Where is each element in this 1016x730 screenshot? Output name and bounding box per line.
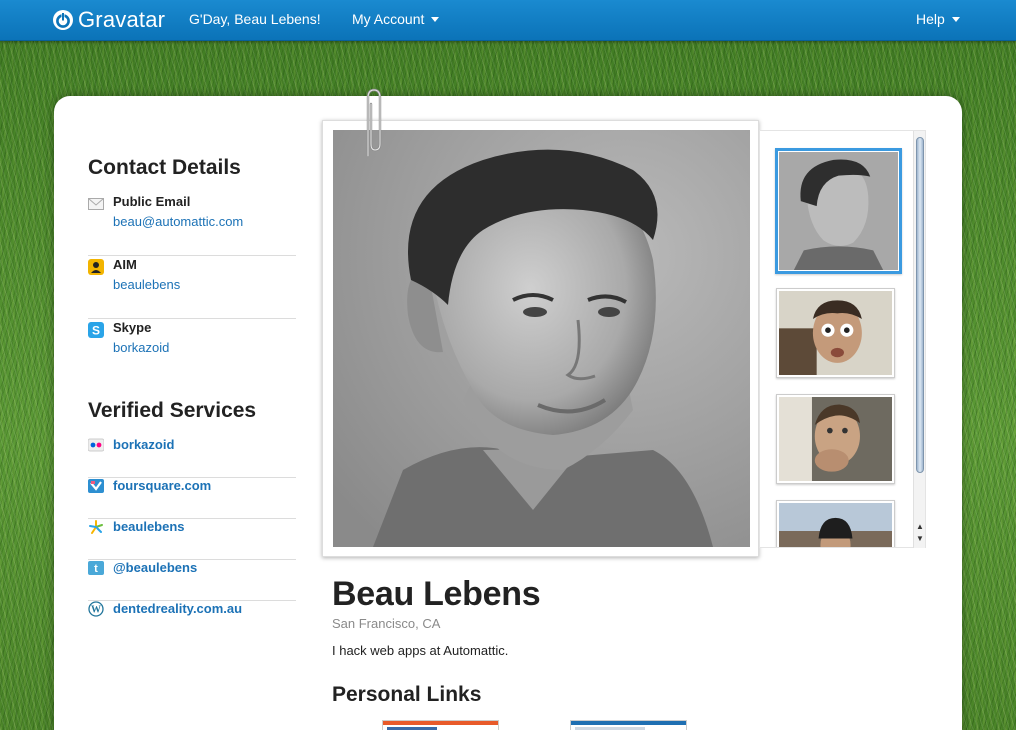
avatar-thumbnail[interactable] [776,500,895,547]
chevron-down-icon [951,17,960,22]
avatar-thumbnail[interactable] [776,288,895,378]
avatar-thumbnail[interactable] [776,394,895,484]
chevron-down-icon [431,17,440,22]
service-item-yelp: beaulebens [88,519,296,560]
thumbnail-image [779,397,892,481]
paperclip-icon [366,88,382,158]
contact-item-aim: AIM beaulebens [88,257,296,319]
verified-services-heading: Verified Services [88,399,257,422]
scroll-down-icon[interactable]: ▼ [916,535,924,543]
my-account-menu[interactable]: My Account [352,11,440,27]
yelp-icon [89,520,103,534]
thumbnail-scrollbar[interactable]: ▲ ▼ [913,131,925,548]
contact-value-link[interactable]: borkazoid [113,340,169,355]
contact-label: Public Email [113,194,191,209]
contact-item-skype: S Skype borkazoid [88,320,296,382]
thumbnail-image [779,291,892,375]
thumbnail-header-bar [383,721,498,725]
svg-text:W: W [91,605,101,616]
main-avatar-photo [333,130,750,547]
skype-icon: S [88,322,104,338]
thumbnail-image [779,152,898,270]
svg-text:t: t [94,563,98,575]
thumbnail-image [779,503,892,547]
contact-value-link[interactable]: beaulebens [113,277,180,292]
profile-name: Beau Lebens [332,575,541,613]
aim-icon [88,259,104,275]
contact-item-email: Public Email beau@automattic.com [88,194,296,256]
foursquare-icon [88,479,104,493]
twitter-icon: t [88,561,104,575]
flickr-icon [88,438,104,452]
svg-text:S: S [92,324,100,338]
service-item-wordpress: W dentedreality.com.au [88,601,296,642]
service-link[interactable]: @beaulebens [113,560,197,575]
personal-links-heading: Personal Links [332,683,482,706]
portrait-image [333,130,750,547]
contact-label: Skype [113,320,152,335]
main-avatar-frame [322,120,759,557]
thumbnail-header-bar [571,721,686,725]
personal-link-thumbnail[interactable] [382,720,499,730]
top-bar: Gravatar G'Day, Beau Lebens! My Account … [0,0,1016,41]
profile-location: San Francisco, CA [332,616,441,631]
profile-bio: I hack web apps at Automattic. [332,643,509,658]
service-link[interactable]: borkazoid [113,437,174,452]
service-item-foursquare: foursquare.com [88,478,296,519]
greeting-text: G'Day, Beau Lebens! [189,11,321,27]
help-menu[interactable]: Help [916,11,960,27]
gravatar-power-icon [53,10,73,30]
contact-value-link[interactable]: beau@automattic.com [113,214,243,229]
service-item-flickr: borkazoid [88,437,296,478]
gravatar-logo[interactable]: Gravatar [52,7,165,33]
avatar-thumbnail-list[interactable] [759,130,926,548]
logo-text: Gravatar [78,7,166,32]
service-item-twitter: t @beaulebens [88,560,296,601]
service-link[interactable]: dentedreality.com.au [113,601,242,616]
avatar-thumbnail[interactable] [775,148,902,274]
contact-label: AIM [113,257,137,272]
wordpress-icon: W [88,601,104,617]
help-label: Help [916,11,945,27]
scroll-up-icon[interactable]: ▲ [916,523,924,531]
service-link[interactable]: foursquare.com [113,478,211,493]
service-link[interactable]: beaulebens [113,519,185,534]
scrollbar-thumb[interactable] [916,137,924,473]
contact-details-heading: Contact Details [88,156,241,179]
email-icon [88,198,104,210]
my-account-label: My Account [352,11,425,27]
personal-link-thumbnail[interactable] [570,720,687,730]
